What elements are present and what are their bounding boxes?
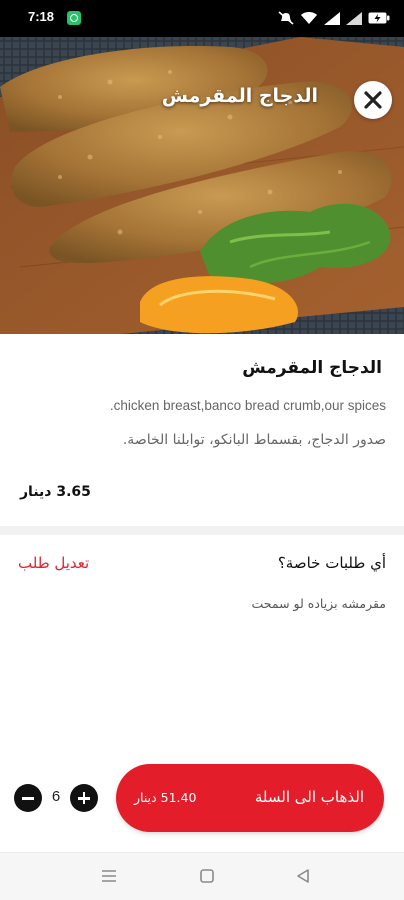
system-navigation-bar bbox=[0, 852, 404, 900]
back-icon[interactable] bbox=[295, 868, 311, 884]
cart-total: 51.40 دينار bbox=[134, 790, 197, 805]
quantity-value: 6 bbox=[51, 788, 61, 805]
go-to-cart-label: الذهاب الى السلة bbox=[254, 788, 364, 806]
hero-food-image: الدجاج المقرمش bbox=[0, 37, 404, 334]
status-time: 7:18 bbox=[28, 9, 55, 24]
special-request-note: مقرمشه بزياده لو سمحت bbox=[251, 596, 386, 611]
status-bar: 7:18 bbox=[0, 0, 404, 37]
edit-order-link[interactable]: تعديل طلب bbox=[18, 554, 89, 572]
close-button[interactable] bbox=[354, 81, 392, 119]
status-icons bbox=[278, 10, 390, 26]
quantity-decrease-button[interactable] bbox=[14, 784, 42, 812]
item-description-arabic: صدور الدجاج، بقسماط البانكو، توابلنا الخ… bbox=[122, 432, 386, 448]
app-notification-icon bbox=[67, 11, 81, 25]
mute-icon bbox=[278, 11, 294, 25]
close-icon bbox=[364, 91, 382, 109]
item-title: الدجاج المقرمش bbox=[242, 358, 382, 378]
hero-title: الدجاج المقرمش bbox=[161, 85, 318, 107]
food-photo bbox=[0, 37, 404, 334]
quantity-increase-button[interactable] bbox=[70, 784, 98, 812]
battery-icon bbox=[368, 12, 390, 24]
special-requests-label: أي طلبات خاصة؟ bbox=[277, 554, 386, 572]
home-icon[interactable] bbox=[199, 868, 215, 884]
item-description-english: .chicken breast,banco bread crumb,our sp… bbox=[109, 398, 386, 413]
signal-icon bbox=[324, 11, 340, 25]
recent-apps-icon[interactable] bbox=[101, 868, 117, 884]
signal-icon bbox=[346, 11, 362, 25]
go-to-cart-button[interactable]: الذهاب الى السلة 51.40 دينار bbox=[116, 764, 384, 832]
wifi-icon bbox=[301, 12, 317, 24]
section-divider bbox=[0, 526, 404, 535]
item-price: 3.65 دينار bbox=[20, 484, 91, 500]
